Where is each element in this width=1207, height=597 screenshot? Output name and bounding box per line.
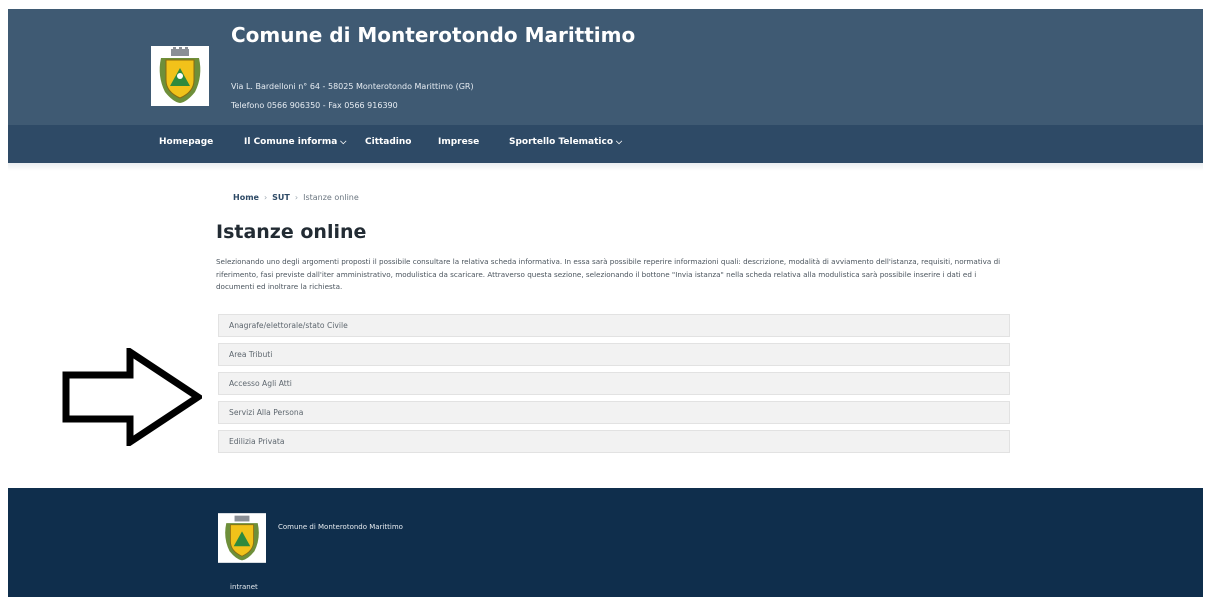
arrow-right-icon bbox=[62, 348, 202, 446]
site-footer: Comune di Monterotondo Marittimo intrane… bbox=[8, 488, 1203, 597]
main-nav: Homepage Il Comune informa ⌵ Cittadino Im… bbox=[8, 125, 1203, 163]
header-address: Via L. Bardelloni n° 64 - 58025 Monterot… bbox=[231, 82, 474, 91]
topic-edilizia-privata[interactable]: Edilizia Privata bbox=[218, 430, 1010, 453]
topic-area-tributi[interactable]: Area Tributi bbox=[218, 343, 1010, 366]
intro-text: Selezionando uno degli argomenti propost… bbox=[216, 257, 1001, 292]
site-header: Comune di Monterotondo Marittimo Via L. … bbox=[8, 9, 1203, 125]
nav-item-label: Il Comune informa bbox=[244, 137, 338, 147]
chevron-down-icon: ⌵ bbox=[616, 137, 623, 146]
topic-accesso-agli-atti[interactable]: Accesso Agli Atti bbox=[218, 372, 1010, 395]
chevron-down-icon: ⌵ bbox=[340, 137, 347, 146]
coat-of-arms-icon[interactable] bbox=[151, 46, 209, 106]
nav-item-il-comune-informa[interactable]: Il Comune informa ⌵ bbox=[244, 137, 346, 147]
footer-site-name: Comune di Monterotondo Marittimo bbox=[278, 523, 403, 531]
footer-intranet-link[interactable]: intranet bbox=[230, 583, 258, 591]
breadcrumb-separator: › bbox=[263, 193, 268, 202]
nav-item-homepage[interactable]: Homepage bbox=[159, 137, 213, 147]
window-frame-right bbox=[1203, 0, 1207, 597]
coat-of-arms-icon[interactable] bbox=[218, 513, 266, 563]
breadcrumb-home[interactable]: Home bbox=[233, 193, 259, 202]
nav-item-imprese[interactable]: Imprese bbox=[438, 137, 479, 147]
window-frame-left bbox=[0, 0, 8, 597]
page-title: Istanze online bbox=[216, 221, 367, 243]
window-frame-top bbox=[0, 0, 1207, 9]
breadcrumb-separator: › bbox=[294, 193, 299, 202]
nav-item-label: Cittadino bbox=[365, 137, 412, 147]
site-title[interactable]: Comune di Monterotondo Marittimo bbox=[231, 23, 635, 47]
nav-item-label: Homepage bbox=[159, 137, 214, 147]
header-phone: Telefono 0566 906350 - Fax 0566 916390 bbox=[231, 101, 398, 110]
nav-item-label: Imprese bbox=[438, 137, 480, 147]
nav-item-label: Sportello Telematico bbox=[509, 137, 614, 147]
nav-item-cittadino[interactable]: Cittadino bbox=[365, 137, 412, 147]
breadcrumb: Home › SUT › Istanze online bbox=[233, 193, 359, 202]
breadcrumb-current: Istanze online bbox=[303, 193, 359, 202]
nav-item-sportello-telematico[interactable]: Sportello Telematico ⌵ bbox=[509, 137, 622, 147]
content-top-band bbox=[8, 163, 1203, 171]
topic-anagrafe[interactable]: Anagrafe/elettorale/stato Civile bbox=[218, 314, 1010, 337]
topic-list: Anagrafe/elettorale/stato Civile Area Tr… bbox=[218, 314, 1010, 459]
topic-servizi-alla-persona[interactable]: Servizi Alla Persona bbox=[218, 401, 1010, 424]
breadcrumb-sut[interactable]: SUT bbox=[272, 193, 290, 202]
